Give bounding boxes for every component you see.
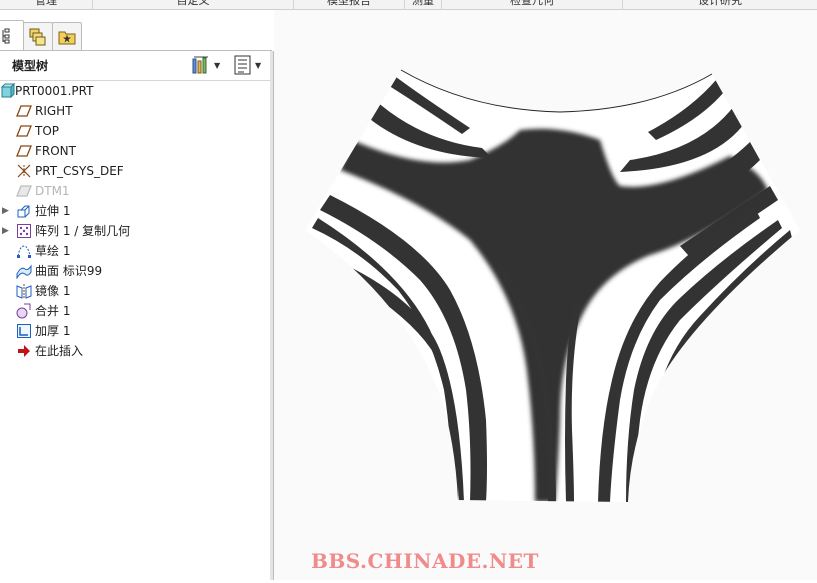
tree-item-label: 草绘 1: [35, 244, 71, 258]
model-tree-icon: [2, 28, 10, 44]
pattern-icon: [17, 224, 31, 238]
tree-item-label: 合并 1: [35, 304, 71, 318]
csys-icon: [17, 164, 31, 178]
menu-item-design-study[interactable]: 设计研究: [623, 0, 817, 9]
menu-item-manage[interactable]: 管理: [0, 0, 93, 9]
tree-item-dtm1[interactable]: DTM1: [0, 181, 270, 201]
tree-item-merge[interactable]: 合并 1: [0, 301, 270, 321]
tree-item-label: FRONT: [35, 144, 76, 158]
model-tree-title: 模型树: [12, 59, 49, 73]
model-tree-list: PRT0001.PRT RIGHT TOP FRONT PRT_CSYS_DEF…: [0, 81, 270, 361]
chevron-down-icon[interactable]: ▼: [214, 61, 220, 70]
tree-item-front[interactable]: FRONT: [0, 141, 270, 161]
menu-item-check-geometry[interactable]: 检查几何: [442, 0, 623, 9]
merge-icon: [16, 303, 31, 319]
tree-item-extrude[interactable]: ▶ 拉伸 1: [0, 201, 270, 221]
tree-item-label: 加厚 1: [35, 324, 71, 338]
tree-show-icon: [234, 55, 251, 75]
tree-item-label: RIGHT: [35, 104, 73, 118]
favorites-folder-icon: [58, 31, 76, 44]
tree-item-surface[interactable]: 曲面 标识99: [0, 261, 270, 281]
menu-item-customize[interactable]: 自定义: [93, 0, 294, 9]
tab-layer-tree[interactable]: [23, 22, 53, 50]
insert-here-icon: [18, 345, 30, 357]
datum-plane-icon: [16, 125, 32, 137]
tree-item-label: PRT_CSYS_DEF: [35, 164, 124, 178]
tree-item-label: 曲面 标识99: [35, 264, 103, 278]
tree-item-label: 在此插入: [35, 344, 84, 358]
model-tree-header: 模型树 ▼ ▼: [0, 51, 270, 81]
datum-plane-icon: [16, 105, 32, 117]
thicken-icon: [17, 324, 31, 338]
tree-item-label: 拉伸 1: [35, 204, 71, 218]
zebra-surface-model: [305, 69, 800, 502]
tree-item-top[interactable]: TOP: [0, 121, 270, 141]
tree-item-label: TOP: [35, 124, 60, 138]
tree-show-button[interactable]: ▼: [234, 55, 261, 75]
tree-item-insert-here[interactable]: 在此插入: [0, 341, 270, 361]
datum-plane-icon: [16, 145, 32, 157]
tree-item-root-part[interactable]: PRT0001.PRT: [0, 81, 270, 101]
watermark-text: BBS.CHINADE.NET: [311, 549, 539, 573]
tree-settings-icon: [192, 56, 208, 74]
ribbon-tab-bar: 管理 自定义 模型报告 测量 检查几何 设计研究: [0, 0, 817, 10]
chevron-down-icon[interactable]: ▼: [255, 61, 261, 70]
tree-item-thicken[interactable]: 加厚 1: [0, 321, 270, 341]
part-icon: [0, 83, 16, 99]
extrude-icon: [17, 205, 30, 218]
tree-settings-button[interactable]: ▼: [191, 55, 220, 75]
surface-icon: [16, 264, 32, 279]
expand-arrow-icon[interactable]: ▶: [2, 206, 10, 216]
graphics-window[interactable]: [274, 10, 817, 580]
tree-item-label: 阵列 1 / 复制几何: [35, 224, 131, 238]
tree-item-mirror[interactable]: 镜像 1: [0, 281, 270, 301]
tree-item-right[interactable]: RIGHT: [0, 101, 270, 121]
tree-item-label: PRT0001.PRT: [15, 84, 94, 98]
tree-item-csys[interactable]: PRT_CSYS_DEF: [0, 161, 270, 181]
layer-tree-icon: [29, 28, 46, 45]
tree-item-pattern[interactable]: ▶ 阵列 1 / 复制几何: [0, 221, 270, 241]
sketch-icon: [17, 245, 31, 258]
tree-item-sketch[interactable]: 草绘 1: [0, 241, 270, 261]
tree-item-label: 镜像 1: [35, 284, 71, 298]
tab-model-tree[interactable]: [0, 20, 24, 51]
menu-item-measure[interactable]: 测量: [405, 0, 442, 9]
tree-item-label: DTM1: [35, 184, 70, 198]
mirror-icon: [16, 284, 32, 299]
tab-favorites[interactable]: [52, 22, 82, 50]
model-tree-panel: 模型树 ▼ ▼ PRT0001.PRT RIGHT TOP FRONT PRT_…: [0, 51, 271, 580]
datum-plane-icon: [16, 185, 32, 197]
menu-item-model-report[interactable]: 模型报告: [294, 0, 405, 9]
navigator-tabs: [0, 20, 272, 51]
expand-arrow-icon[interactable]: ▶: [2, 226, 10, 236]
